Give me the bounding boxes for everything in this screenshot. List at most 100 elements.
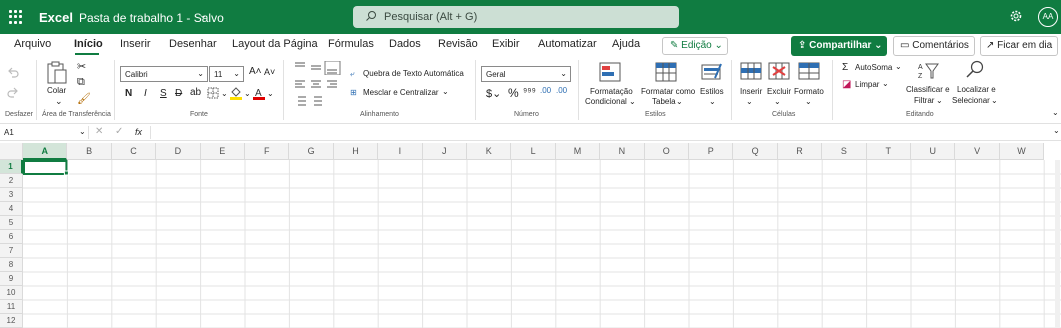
conditional-formatting-label[interactable]: Formatação — [590, 87, 633, 96]
increase-decimal-icon[interactable]: .00 — [540, 86, 551, 95]
font-name-dropdown[interactable]: Calibri ⌄ — [120, 66, 208, 82]
chevron-down-icon[interactable]: ⌄ — [79, 127, 86, 136]
number-group-label: Número — [514, 111, 539, 118]
sort-filter-label-2[interactable]: Filtrar — [914, 96, 934, 105]
format-cells-label[interactable]: Formato — [794, 87, 824, 96]
cancel-icon[interactable]: ✕ — [95, 126, 103, 137]
format-painter-icon[interactable]: 🖌 — [77, 92, 91, 105]
clear-button[interactable]: Limpar — [855, 80, 879, 89]
comma-style-icon[interactable]: ⁹⁹⁹ — [523, 87, 536, 98]
vertical-align-icons[interactable] — [294, 61, 342, 75]
tab-desenhar[interactable]: Desenhar — [169, 38, 217, 50]
chevron-down-icon[interactable]: ⌄ — [221, 89, 228, 98]
gear-icon[interactable] — [1009, 9, 1023, 23]
chevron-down-icon[interactable]: ⌄ — [442, 87, 449, 96]
find-select-label[interactable]: Localizar e — [957, 85, 996, 94]
find-select-label-2[interactable]: Selecionar — [952, 96, 990, 105]
tab-automatizar[interactable]: Automatizar — [538, 38, 597, 50]
redo-icon[interactable] — [7, 86, 19, 98]
avatar[interactable]: AA — [1038, 7, 1058, 27]
fill-handle[interactable] — [63, 170, 69, 176]
app-name[interactable]: Excel — [39, 10, 73, 25]
chevron-down-icon[interactable]: ⌄ — [199, 10, 207, 21]
chevron-down-icon[interactable]: ⌄ — [709, 97, 716, 106]
indent-icons[interactable] — [294, 95, 342, 107]
shrink-font-icon[interactable]: A˅ — [264, 67, 275, 77]
group-divider — [475, 60, 476, 120]
share-button[interactable]: ⇪ Compartilhar ⌄ — [791, 36, 887, 56]
chevron-down-icon[interactable]: ⌄ — [676, 97, 683, 106]
comments-button[interactable]: ▭ Comentários — [893, 36, 975, 56]
chevron-down-icon[interactable]: ⌄ — [1052, 108, 1059, 117]
horizontal-align-icons[interactable] — [294, 79, 342, 91]
format-as-table-label-2[interactable]: Tabela — [652, 97, 676, 106]
divider — [150, 126, 151, 139]
strikethrough-button[interactable]: D — [175, 88, 182, 99]
paste-label[interactable]: Colar — [47, 86, 66, 95]
paste-icon[interactable] — [46, 60, 68, 86]
fill-color-icon[interactable] — [230, 86, 242, 100]
tab-dados[interactable]: Dados — [389, 38, 421, 50]
tab-layout[interactable]: Layout da Página — [232, 38, 318, 50]
group-divider — [731, 60, 732, 120]
spreadsheet-grid[interactable]: ABCDEFGHIJKLMNOPQRSTUVW 1 2 3 4 5 6 7 8 9 10 11 12 — [0, 141, 1061, 328]
copy-icon[interactable]: ⧉ — [77, 76, 85, 89]
decrease-decimal-icon[interactable]: .00 — [556, 86, 567, 95]
selected-cell[interactable] — [23, 160, 68, 175]
format-as-table-label[interactable]: Formatar como — [641, 87, 695, 96]
name-box[interactable]: A1 — [4, 128, 14, 137]
alignment-group-label: Alinhamento — [360, 111, 399, 118]
chevron-down-icon[interactable]: ⌄ — [55, 96, 63, 107]
tab-ajuda[interactable]: Ajuda — [612, 38, 640, 50]
tab-revisao[interactable]: Revisão — [438, 38, 478, 50]
chevron-down-icon[interactable]: ⌄ — [805, 97, 812, 106]
eraser-icon: ◪ — [842, 79, 852, 90]
insert-cells-label[interactable]: Inserir — [740, 87, 762, 96]
chevron-down-icon[interactable]: ⌄ — [936, 96, 943, 105]
group-divider — [114, 60, 115, 120]
cell-styles-label[interactable]: Estilos — [700, 87, 724, 96]
app-launcher-icon[interactable] — [9, 10, 23, 24]
tab-exibir[interactable]: Exibir — [492, 38, 520, 50]
tab-arquivo[interactable]: Arquivo — [14, 38, 51, 50]
search-box[interactable]: Pesquisar (Alt + G) — [353, 6, 679, 28]
chevron-down-icon[interactable]: ⌄ — [1053, 126, 1060, 135]
italic-button[interactable]: I — [144, 88, 147, 99]
undo-icon[interactable] — [7, 66, 19, 78]
search-placeholder: Pesquisar (Alt + G) — [384, 11, 478, 23]
currency-icon[interactable]: $⌄ — [486, 87, 501, 100]
merge-center-button[interactable]: Mesclar e Centralizar — [363, 88, 439, 97]
chevron-down-icon[interactable]: ⌄ — [882, 79, 889, 88]
tab-inicio[interactable]: Início — [74, 38, 103, 50]
number-format-dropdown[interactable]: Geral ⌄ — [481, 66, 571, 82]
check-icon[interactable]: ✓ — [115, 126, 123, 137]
tab-inserir[interactable]: Inserir — [120, 38, 151, 50]
delete-cells-label[interactable]: Excluir — [767, 87, 791, 96]
chevron-down-icon[interactable]: ⌄ — [991, 96, 998, 105]
borders-icon[interactable] — [207, 87, 219, 99]
catch-up-button[interactable]: ↗ Ficar em dia — [980, 36, 1058, 56]
chevron-down-icon[interactable]: ⌄ — [895, 62, 902, 71]
font-size-dropdown[interactable]: 11 ⌄ — [209, 66, 244, 82]
underline-button[interactable]: S — [160, 88, 167, 99]
wrap-text-button[interactable]: Quebra de Texto Automática — [363, 69, 464, 78]
sort-filter-label[interactable]: Classificar e — [906, 85, 950, 94]
chevron-down-icon[interactable]: ⌄ — [629, 97, 636, 106]
grow-font-icon[interactable]: A˄ — [249, 66, 262, 77]
cut-icon[interactable]: ✂ — [77, 60, 86, 73]
chevron-down-icon[interactable]: ⌄ — [774, 97, 781, 106]
percent-icon[interactable]: % — [508, 86, 519, 100]
chevron-down-icon[interactable]: ⌄ — [244, 89, 251, 98]
conditional-formatting-label-2[interactable]: Condicional — [585, 97, 627, 106]
tab-formulas[interactable]: Fórmulas — [328, 38, 374, 50]
autosum-button[interactable]: AutoSoma — [855, 63, 892, 72]
subscript-icon[interactable]: ab — [190, 87, 201, 98]
font-color-icon[interactable]: A — [253, 86, 265, 100]
chevron-down-icon[interactable]: ⌄ — [267, 89, 274, 98]
editing-mode-button[interactable]: ✎ Edição ⌄ — [662, 37, 728, 55]
insert-function-button[interactable]: fx — [135, 127, 142, 137]
cells-group-label: Células — [772, 111, 796, 118]
vertical-scrollbar[interactable] — [1055, 160, 1060, 328]
chevron-down-icon[interactable]: ⌄ — [746, 97, 753, 106]
bold-button[interactable]: N — [125, 88, 132, 99]
